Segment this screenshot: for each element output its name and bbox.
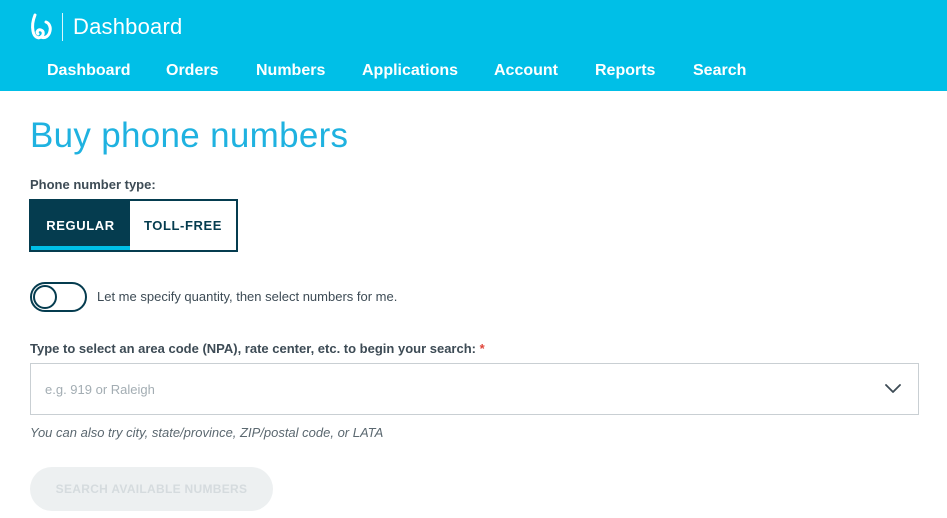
nav-item-account[interactable]: Account: [494, 62, 558, 80]
nav-item-applications[interactable]: Applications: [362, 62, 458, 80]
regular-type-button[interactable]: REGULAR: [31, 201, 130, 250]
number-type-label: Phone number type:: [30, 177, 156, 192]
nav-item-numbers[interactable]: Numbers: [256, 62, 325, 80]
search-label-text: Type to select an area code (NPA), rate …: [30, 341, 476, 356]
quantity-toggle[interactable]: [30, 282, 87, 312]
nav-item-orders[interactable]: Orders: [166, 62, 218, 80]
bandwidth-logo-icon: [31, 13, 52, 40]
app-title: Dashboard: [73, 14, 183, 39]
toggle-knob: [33, 285, 57, 309]
brand[interactable]: Dashboard: [28, 12, 182, 42]
quantity-toggle-label: Let me specify quantity, then select num…: [97, 289, 398, 304]
brand-divider: [62, 13, 63, 41]
area-code-search-input[interactable]: [45, 364, 865, 414]
nav-item-dashboard[interactable]: Dashboard: [47, 62, 131, 80]
page-title: Buy phone numbers: [30, 116, 349, 155]
search-label: Type to select an area code (NPA), rate …: [30, 341, 485, 356]
search-available-numbers-button[interactable]: SEARCH AVAILABLE NUMBERS: [30, 467, 273, 511]
toll-free-type-button[interactable]: TOLL-FREE: [130, 201, 236, 250]
top-bar: Dashboard Dashboard Orders Numbers Appli…: [0, 0, 947, 91]
nav-item-search[interactable]: Search: [693, 62, 746, 80]
area-code-search-field[interactable]: [30, 363, 919, 415]
search-hint: You can also try city, state/province, Z…: [30, 425, 384, 440]
nav-item-reports[interactable]: Reports: [595, 62, 655, 80]
chevron-down-icon[interactable]: [884, 381, 902, 395]
required-indicator: *: [479, 341, 485, 356]
number-type-selector: REGULAR TOLL-FREE: [29, 199, 238, 252]
